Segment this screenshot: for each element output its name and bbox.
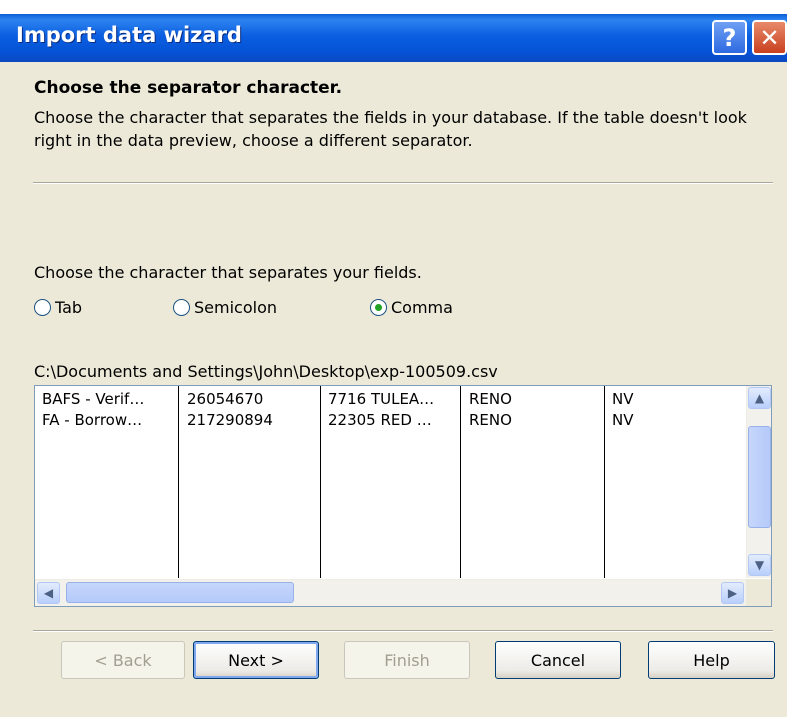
- column-divider: [604, 386, 605, 578]
- file-path-label: C:\Documents and Settings\John\Desktop\e…: [34, 362, 498, 381]
- chevron-down-icon: ▼: [754, 558, 765, 572]
- radio-tab-circle[interactable]: [34, 299, 51, 316]
- scroll-left-button[interactable]: ◀: [37, 582, 60, 604]
- cancel-button[interactable]: Cancel: [495, 641, 621, 679]
- table-cell: FA - Borrow…: [42, 411, 143, 429]
- horizontal-scroll-thumb[interactable]: [66, 582, 294, 603]
- header-divider: [33, 182, 773, 184]
- column-divider: [460, 386, 461, 578]
- data-preview-grid[interactable]: BAFS - Verif… 26054670 7716 TULEA… RENO …: [34, 385, 772, 607]
- top-strip: [0, 0, 787, 14]
- table-cell: 26054670: [187, 390, 264, 408]
- column-divider: [320, 386, 321, 578]
- scroll-right-button[interactable]: ▶: [721, 582, 744, 604]
- table-cell: NV: [612, 411, 634, 429]
- import-wizard-dialog: Import data wizard ? ✕ Choose the separa…: [0, 0, 787, 717]
- table-cell: 217290894: [187, 411, 273, 429]
- radio-semicolon-label: Semicolon: [194, 298, 277, 317]
- vertical-scroll-thumb[interactable]: [748, 426, 771, 528]
- title-bar[interactable]: Import data wizard ? ✕: [0, 14, 787, 62]
- close-icon: ✕: [759, 23, 780, 52]
- horizontal-scrollbar[interactable]: ◀ ▶: [35, 579, 746, 606]
- next-button[interactable]: Next >: [193, 641, 319, 679]
- table-cell: 22305 RED …: [328, 411, 432, 429]
- table-cell: NV: [612, 390, 634, 408]
- separator-prompt: Choose the character that separates your…: [34, 263, 422, 282]
- vertical-scrollbar[interactable]: ▲ ▼: [746, 386, 771, 578]
- scroll-down-button[interactable]: ▼: [748, 554, 771, 576]
- radio-semicolon-circle[interactable]: [173, 299, 190, 316]
- radio-tab-label: Tab: [55, 298, 83, 317]
- help-title-button[interactable]: ?: [712, 20, 747, 55]
- table-cell: BAFS - Verif…: [42, 390, 145, 408]
- footer-divider: [33, 630, 773, 632]
- help-icon: ?: [722, 23, 737, 52]
- radio-comma-label: Comma: [391, 298, 453, 317]
- window-title: Import data wizard: [16, 23, 242, 47]
- column-divider: [178, 386, 179, 578]
- chevron-right-icon: ▶: [727, 586, 738, 600]
- back-button[interactable]: < Back: [61, 641, 185, 679]
- scroll-up-button[interactable]: ▲: [748, 387, 771, 409]
- chevron-up-icon: ▲: [754, 391, 765, 405]
- table-cell: RENO: [469, 390, 512, 408]
- table-cell: 7716 TULEA…: [328, 390, 435, 408]
- radio-semicolon[interactable]: Semicolon: [173, 298, 277, 317]
- step-description: Choose the character that separates the …: [34, 108, 747, 150]
- help-button[interactable]: Help: [648, 641, 775, 679]
- radio-comma[interactable]: Comma: [370, 298, 453, 317]
- step-heading: Choose the separator character.: [34, 78, 343, 98]
- table-cell: RENO: [469, 411, 512, 429]
- finish-button[interactable]: Finish: [344, 641, 470, 679]
- scrollbar-corner: [746, 579, 771, 606]
- chevron-left-icon: ◀: [43, 586, 54, 600]
- close-title-button[interactable]: ✕: [752, 20, 787, 55]
- radio-comma-circle[interactable]: [370, 299, 387, 316]
- radio-tab[interactable]: Tab: [34, 298, 82, 317]
